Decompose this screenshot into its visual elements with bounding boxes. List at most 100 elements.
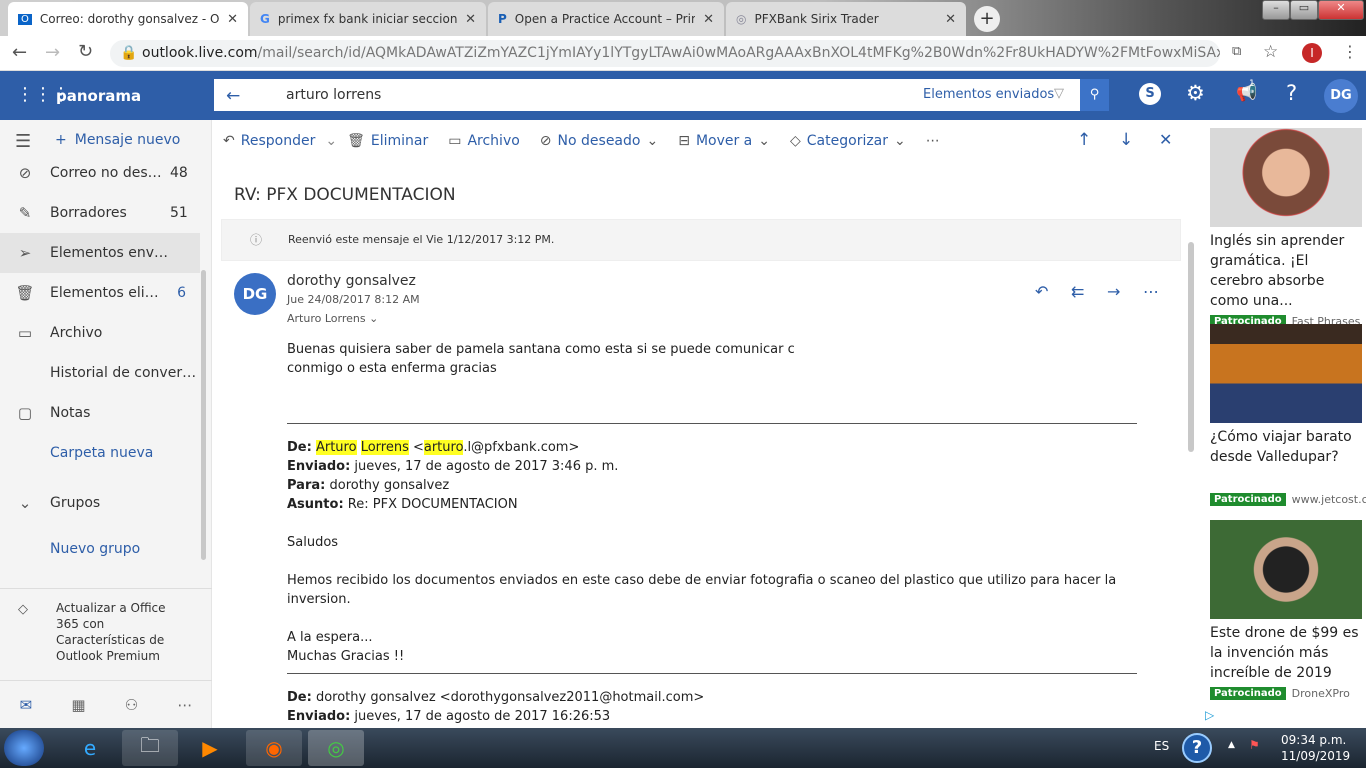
mail-icon[interactable]: ✉	[20, 696, 33, 714]
reply-icon[interactable]: ↶	[1035, 282, 1048, 301]
tag-icon: ◇	[790, 133, 801, 149]
more-icon[interactable]: ⋯	[1143, 282, 1159, 301]
language-indicator[interactable]: ES	[1154, 739, 1169, 753]
url-input[interactable]: 🔒 outlook.live.com/mail/search/id/AQMkADA…	[110, 40, 1220, 67]
internet-explorer-icon[interactable]: e	[62, 730, 118, 766]
tab-google[interactable]: Gprimex fx bank iniciar seccion - B✕	[250, 2, 486, 36]
ad-item[interactable]: Inglés sin aprender gramática. ¡El cereb…	[1210, 128, 1362, 328]
close-tab-icon[interactable]: ✕	[945, 12, 956, 27]
hamburger-menu-icon[interactable]: ☰	[15, 131, 31, 152]
close-tab-icon[interactable]: ✕	[703, 12, 714, 27]
search-scope[interactable]: Elementos enviados	[923, 87, 1054, 102]
groups-header[interactable]: ⌄ Grupos	[0, 483, 200, 523]
reply-icon: ↶	[223, 133, 235, 149]
firefox-icon[interactable]: ◉	[246, 730, 302, 766]
translate-icon[interactable]: ⧉	[1232, 44, 1241, 59]
folder-scrollbar[interactable]	[201, 270, 206, 560]
chrome-icon[interactable]: ◎	[308, 730, 364, 766]
maximize-button[interactable]: ▭	[1290, 0, 1318, 20]
next-message-icon[interactable]: ↓	[1119, 130, 1133, 150]
menu-icon[interactable]: ⋮	[1342, 42, 1358, 61]
message-date: Jue 24/08/2017 8:12 AM	[287, 293, 420, 306]
calendar-icon[interactable]: ▦	[71, 696, 85, 714]
ad-item[interactable]: Este drone de $99 es la invención más in…	[1210, 520, 1362, 700]
new-group-link[interactable]: Nuevo grupo	[0, 529, 200, 569]
folder-deleted[interactable]: 🗑Elementos eliminados6	[0, 273, 200, 313]
media-player-icon[interactable]: ▶	[182, 730, 238, 766]
ad-image	[1210, 520, 1362, 619]
forward-icon[interactable]: →	[1107, 282, 1120, 301]
search-input[interactable]: arturo lorrens	[286, 87, 381, 103]
folder-notes[interactable]: ▢ Notas	[0, 393, 200, 433]
note-icon: ▢	[17, 404, 33, 422]
more-icon[interactable]: ⋯	[177, 696, 192, 714]
folder-sent[interactable]: ➢Elementos enviados	[0, 233, 200, 273]
folder-pane: ☰ + Mensaje nuevo ⊘ Correo no deseado 48 ✎ B…	[0, 120, 212, 728]
close-tab-icon[interactable]: ✕	[227, 12, 238, 27]
close-message-icon[interactable]: ✕	[1159, 130, 1172, 149]
chevron-down-icon: ⌄	[758, 133, 770, 149]
folder-conversation-history[interactable]: Historial de conversaciones	[0, 353, 200, 393]
start-button[interactable]	[4, 730, 44, 766]
more-actions-button[interactable]: ⋯	[916, 133, 950, 149]
new-message-button[interactable]: + Mensaje nuevo	[55, 132, 180, 148]
adchoices-icon[interactable]: ▷	[1205, 708, 1214, 722]
folder-drafts[interactable]: ✎ Borradores 51	[0, 193, 200, 233]
command-bar: ↶ Responder ⌄ 🗑 Eliminar ▭ Archivo ⊘ No dese…	[213, 120, 1203, 162]
move-to-button[interactable]: ⊟ Mover a ⌄	[668, 133, 780, 149]
back-arrow-icon[interactable]: ←	[226, 86, 240, 106]
minimize-button[interactable]: –	[1262, 0, 1290, 20]
clock-date[interactable]: 11/09/2019	[1281, 749, 1350, 763]
delete-button[interactable]: 🗑 Eliminar	[337, 133, 438, 149]
bookmark-star-icon[interactable]: ☆	[1263, 42, 1278, 62]
forward-icon[interactable]: →	[45, 42, 60, 63]
file-explorer-icon[interactable]: 🗀	[122, 730, 178, 766]
folder-archive[interactable]: ▭ Archivo	[0, 313, 200, 353]
chevron-down-icon: ⌄	[894, 133, 906, 149]
trash-icon: 🗑	[347, 133, 365, 149]
new-folder-link[interactable]: Carpeta nueva	[0, 433, 200, 473]
back-icon[interactable]: ←	[12, 42, 27, 63]
reply-button[interactable]: ↶ Responder	[213, 133, 325, 149]
user-avatar[interactable]: DG	[1324, 79, 1358, 113]
reply-all-icon[interactable]: ⇇	[1071, 282, 1084, 301]
help-icon[interactable]: ?	[1286, 81, 1297, 105]
settings-gear-icon[interactable]: ⚙	[1186, 81, 1205, 105]
reply-dropdown-icon[interactable]: ⌄	[325, 133, 337, 149]
windows-taskbar: e 🗀 ▶ ◉ ◎ ES ? ▲ ⚑ 09:34 p.m. 11/09/2019	[0, 728, 1366, 768]
chevron-down-icon: ⌄	[646, 133, 659, 149]
new-tab-button[interactable]: +	[974, 6, 1000, 32]
lock-icon: 🔒	[120, 45, 138, 61]
ad-item[interactable]: ¿Cómo viajar barato desde Valledupar? Pa…	[1210, 324, 1366, 506]
google-icon: G	[260, 12, 270, 26]
tab-practice-account[interactable]: P Open a Practice Account – Prime ✕	[488, 2, 724, 36]
close-tab-icon[interactable]: ✕	[465, 12, 476, 27]
network-flag-icon[interactable]: ⚑	[1249, 738, 1260, 752]
archive-button[interactable]: ▭ Archivo	[438, 133, 530, 149]
clock-time[interactable]: 09:34 p.m.	[1281, 733, 1346, 747]
outlook-icon: O	[18, 13, 32, 25]
junk-button[interactable]: ⊘ No deseado ⌄	[530, 133, 668, 149]
sender-name[interactable]: dorothy gonsalvez	[287, 273, 416, 289]
send-icon: ➢	[18, 244, 32, 262]
skype-icon[interactable]: S	[1139, 83, 1161, 105]
tab-pfxbank[interactable]: ◎ PFXBank Sirix Trader ✕	[726, 2, 966, 36]
profile-avatar[interactable]: I	[1302, 43, 1322, 63]
people-icon[interactable]: ⚇	[125, 696, 138, 714]
show-hidden-icons[interactable]: ▲	[1228, 740, 1235, 750]
close-window-button[interactable]: ✕	[1318, 0, 1364, 20]
help-icon[interactable]: ?	[1182, 733, 1212, 763]
reload-icon[interactable]: ↻	[78, 41, 93, 62]
previous-message-icon[interactable]: ↑	[1077, 130, 1091, 150]
folder-junk[interactable]: ⊘ Correo no deseado 48	[0, 153, 200, 193]
recipients[interactable]: Arturo Lorrens ⌄	[287, 312, 378, 325]
sender-avatar: DG	[234, 273, 276, 315]
search-box[interactable]: ← arturo lorrens Elementos enviados ▽ ⚲	[214, 79, 1109, 111]
plus-icon: +	[55, 132, 67, 148]
reading-scrollbar[interactable]	[1188, 242, 1194, 452]
tab-outlook[interactable]: O Correo: dorothy gonsalvez - Outl ✕	[8, 2, 248, 36]
search-icon[interactable]: ⚲	[1080, 79, 1109, 111]
categorize-button[interactable]: ◇ Categorizar ⌄	[780, 133, 916, 149]
upgrade-office-link[interactable]: Actualizar a Office 365 con Característi…	[56, 600, 186, 664]
filter-icon[interactable]: ▽	[1054, 86, 1064, 101]
